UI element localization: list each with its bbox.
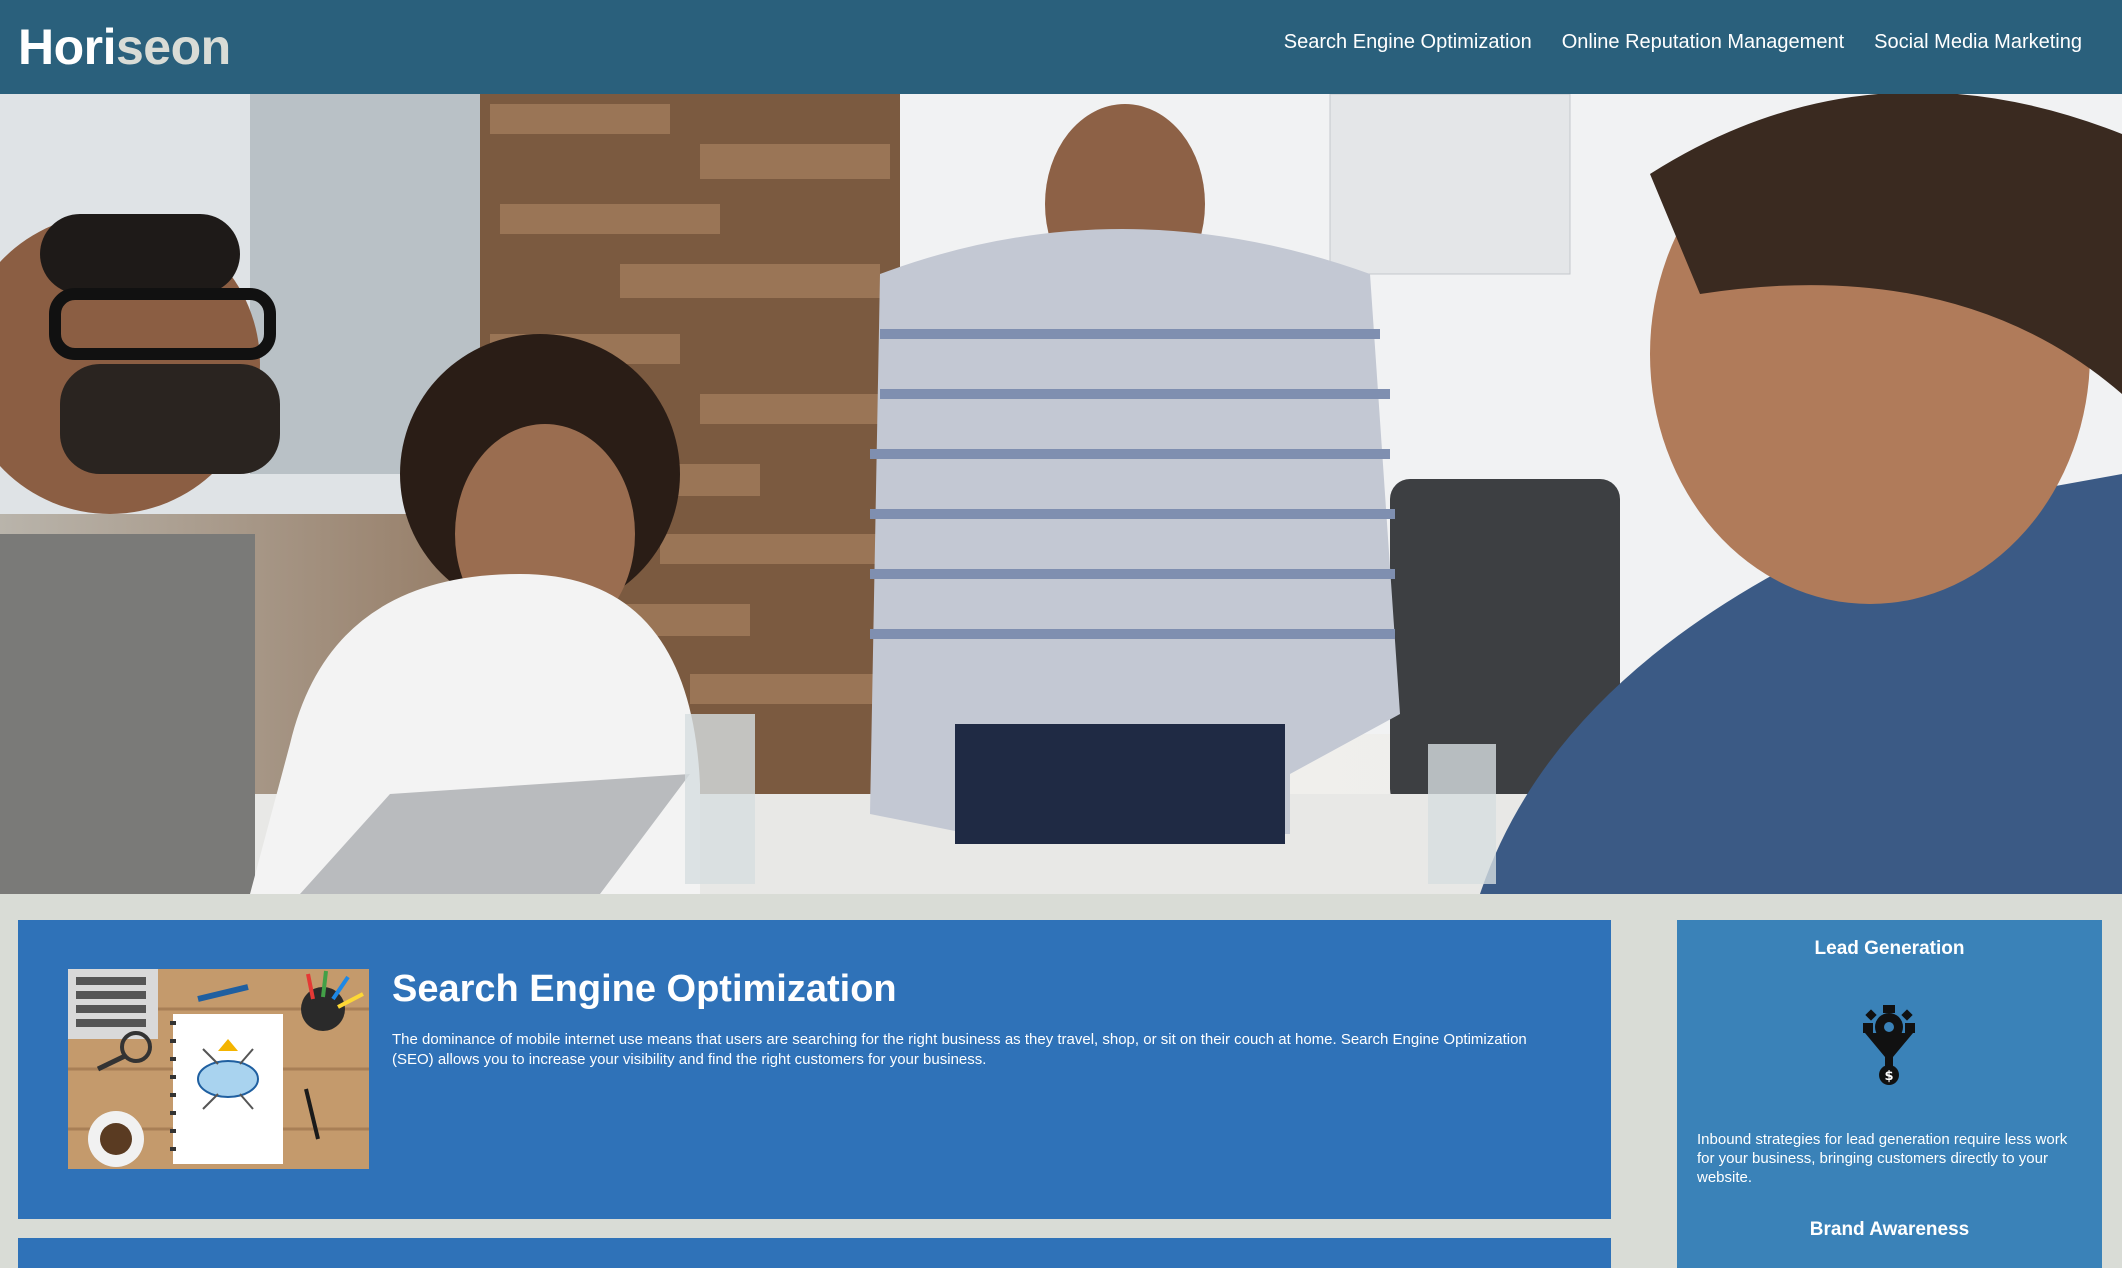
lead-funnel-icon: $ [1863, 1005, 1915, 1087]
nav-link-seo[interactable]: Search Engine Optimization [1284, 31, 1532, 54]
lead-generation-title: Lead Generation [1814, 938, 1965, 959]
site-logo[interactable]: Horiseon [18, 18, 231, 76]
benefits-sidebar: Lead Generation $ Inbound strategies for… [1677, 920, 2102, 1268]
lead-generation-description: Inbound strategies for lead generation r… [1697, 1131, 2068, 1186]
main-nav: Search Engine Optimization Online Reputa… [1284, 31, 2082, 54]
seo-title: Search Engine Optimization [392, 968, 897, 1010]
svg-text:$: $ [1884, 1069, 1893, 1084]
site-header: Horiseon Search Engine Optimization Onli… [0, 0, 2122, 94]
seo-notebook-image [68, 969, 369, 1169]
nav-link-social-media[interactable]: Social Media Marketing [1874, 31, 2082, 54]
logo-text-accent: seon [116, 19, 231, 75]
brand-awareness-title: Brand Awareness [1809, 1219, 1970, 1240]
office-meeting-illustration [0, 94, 2122, 894]
second-section [18, 1238, 1611, 1268]
seo-section: Search Engine Optimization The dominance… [18, 920, 1611, 1219]
hero-image [0, 94, 2122, 894]
seo-notebook-illustration [68, 969, 369, 1169]
nav-link-reputation[interactable]: Online Reputation Management [1562, 31, 1844, 54]
logo-text-main: Hori [18, 19, 117, 75]
seo-description: The dominance of mobile internet use mea… [392, 1031, 1527, 1068]
